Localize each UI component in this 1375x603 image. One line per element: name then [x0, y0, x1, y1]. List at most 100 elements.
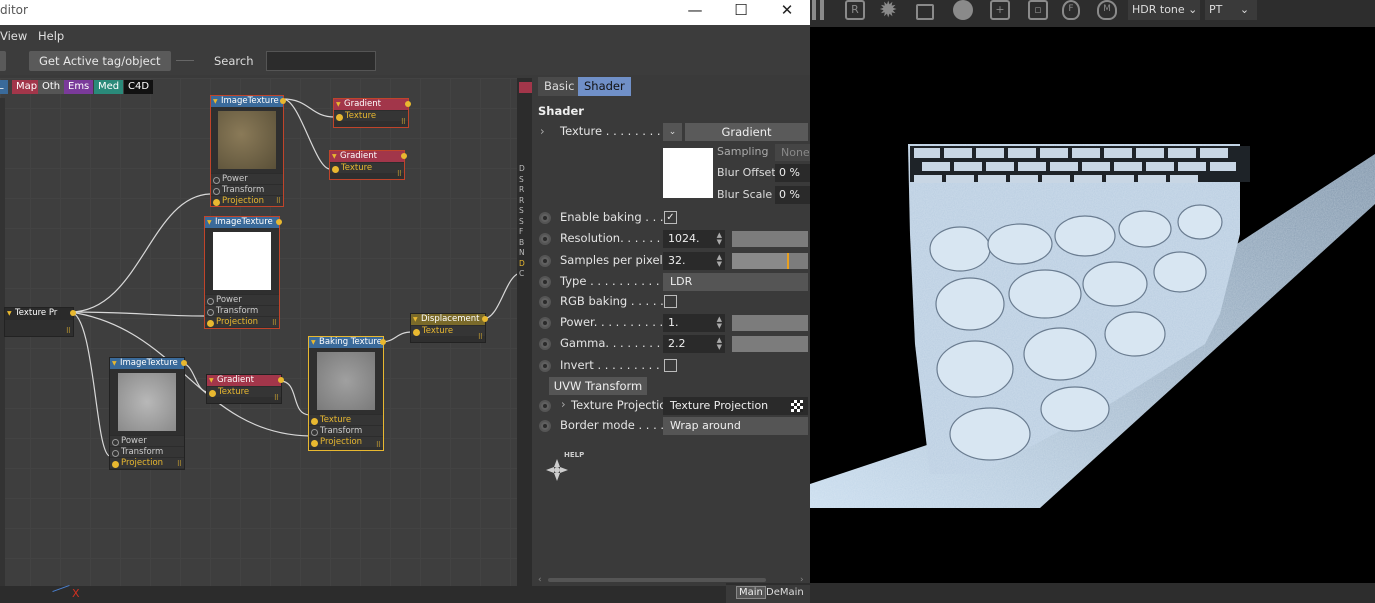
tab-basic[interactable]: Basic — [538, 77, 581, 96]
output-port[interactable] — [70, 310, 76, 316]
port-texture[interactable]: Texture — [334, 110, 408, 121]
texture-projection-link[interactable]: Texture Projection — [663, 397, 808, 415]
animate-radio-icon[interactable] — [539, 317, 551, 329]
hdr-tone-dropdown[interactable]: HDR tone ⌄ — [1128, 0, 1200, 20]
expand-chevron-icon[interactable]: › — [561, 397, 566, 411]
material-port-10[interactable]: C — [519, 269, 525, 280]
expand-chevron-icon[interactable]: › — [540, 124, 545, 138]
power-input[interactable]: 1. ▲ ▼ — [663, 314, 725, 332]
toolbar-cut-button[interactable] — [0, 51, 6, 71]
output-port[interactable] — [401, 153, 407, 159]
port-projection[interactable]: Projection — [110, 457, 184, 468]
port-transform[interactable]: Transform — [110, 446, 184, 457]
gradient-node-3[interactable]: Gradient Texture ⠿ — [206, 374, 284, 404]
octane-help-icon[interactable]: HELP — [542, 451, 584, 485]
material-port-8[interactable]: N — [519, 248, 525, 259]
region-render-icon[interactable]: R — [845, 0, 865, 20]
port-transform[interactable]: Transform — [309, 425, 383, 436]
output-port[interactable] — [181, 360, 187, 366]
gamma-input[interactable]: 2.2 ▲ ▼ — [663, 335, 725, 353]
texture-dropdown-button[interactable]: ⌄ — [663, 123, 682, 141]
output-port[interactable] — [405, 101, 411, 107]
material-port-1[interactable]: S — [519, 175, 525, 186]
uvw-transform-button[interactable]: UVW Transform — [549, 377, 647, 395]
resolution-input[interactable]: 1024. ▲ ▼ — [663, 230, 725, 248]
port-transform[interactable]: Transform — [211, 184, 283, 195]
menu-help[interactable]: Help — [38, 29, 64, 43]
menu-view[interactable]: View — [0, 29, 27, 43]
resolution-slider[interactable] — [732, 231, 808, 247]
image-texture-node-2[interactable]: ImageTexture Power Transform Projection … — [204, 216, 282, 329]
render-image[interactable] — [810, 144, 1375, 508]
texture-projection-node[interactable]: Texture Pr ⠿ — [4, 307, 76, 337]
maximize-button[interactable]: ☐ — [718, 0, 764, 22]
port-texture[interactable]: Texture — [207, 386, 281, 397]
material-port-4[interactable]: S — [519, 206, 525, 217]
material-port-3[interactable]: R — [519, 196, 525, 207]
enable-baking-checkbox[interactable]: ✓ — [664, 211, 677, 224]
samples-input[interactable]: 32. ▲ ▼ — [663, 252, 725, 270]
resize-handle-icon[interactable]: ⠿ — [272, 319, 277, 327]
output-port[interactable] — [482, 316, 488, 322]
gradient-node-1[interactable]: Gradient Texture ⠿ — [333, 98, 411, 128]
port-transform[interactable]: Transform — [205, 305, 279, 316]
material-port-9[interactable]: D — [519, 259, 525, 270]
focus-picker-icon[interactable]: ▫ — [1028, 0, 1048, 20]
blur-scale-input[interactable]: 0 % — [775, 186, 810, 204]
kernel-dropdown[interactable]: PT ⌄ — [1205, 0, 1257, 20]
port-texture[interactable]: Texture — [309, 414, 383, 425]
spinner-icon[interactable]: ▲ ▼ — [717, 316, 722, 330]
material-node-strip[interactable]: DSRRSSFBNDC — [517, 78, 532, 586]
resize-handle-icon[interactable]: ⠿ — [66, 327, 71, 335]
tab-shader[interactable]: Shader — [578, 77, 631, 96]
resize-handle-icon[interactable]: ⠿ — [376, 441, 381, 449]
filter-shield-icon[interactable]: F — [1062, 0, 1080, 20]
displacement-node[interactable]: Displacement Texture ⠿ — [410, 313, 488, 343]
horizontal-scrollbar[interactable] — [548, 578, 766, 582]
tab-demain[interactable]: DeMain — [766, 587, 804, 598]
resize-handle-icon[interactable]: ⠿ — [177, 460, 182, 468]
material-port-7[interactable]: B — [519, 238, 525, 249]
search-input[interactable] — [266, 51, 376, 71]
port-texture[interactable]: Texture — [330, 162, 404, 173]
animate-radio-icon[interactable] — [539, 338, 551, 350]
port-power[interactable]: Power — [205, 294, 279, 305]
power-slider[interactable] — [732, 315, 808, 331]
port-power[interactable]: Power — [110, 435, 184, 446]
port-projection[interactable]: Projection — [309, 436, 383, 447]
material-port-6[interactable]: F — [519, 227, 525, 238]
pause-bar-icon[interactable] — [820, 0, 824, 20]
get-active-button[interactable]: Get Active tag/object — [29, 51, 171, 71]
texture-value-button[interactable]: Gradient — [685, 123, 808, 141]
rgb-baking-checkbox[interactable] — [664, 295, 677, 308]
type-dropdown[interactable]: LDR — [663, 273, 808, 291]
image-texture-node-3[interactable]: ImageTexture Power Transform Projection … — [109, 357, 187, 470]
tab-main[interactable]: Main — [736, 586, 766, 599]
animate-radio-icon[interactable] — [539, 276, 551, 288]
output-port[interactable] — [278, 377, 284, 383]
animate-radio-icon[interactable] — [539, 212, 551, 224]
invert-checkbox[interactable] — [664, 359, 677, 372]
port-power[interactable]: Power — [211, 173, 283, 184]
image-texture-node-1[interactable]: ImageTexture Power Transform Projection … — [210, 95, 286, 207]
resize-handle-icon[interactable]: ⠿ — [401, 118, 406, 126]
animate-radio-icon[interactable] — [539, 420, 551, 432]
minimize-button[interactable]: — — [672, 0, 718, 22]
scroll-left-icon[interactable]: ‹ — [538, 575, 542, 585]
port-texture[interactable]: Texture — [411, 325, 485, 336]
output-port[interactable] — [280, 98, 286, 104]
animate-radio-icon[interactable] — [539, 255, 551, 267]
border-mode-dropdown[interactable]: Wrap around — [663, 417, 808, 435]
sampling-dropdown[interactable]: None — [775, 144, 810, 161]
spinner-icon[interactable]: ▲ ▼ — [717, 337, 722, 351]
baking-texture-node[interactable]: Baking Texture Texture Transform Project… — [308, 336, 386, 451]
samples-slider[interactable] — [732, 253, 808, 269]
animate-radio-icon[interactable] — [539, 360, 551, 372]
spinner-icon[interactable]: ▲ ▼ — [717, 232, 722, 246]
resize-handle-icon[interactable]: ⠿ — [276, 197, 281, 205]
spinner-icon[interactable]: ▲ ▼ — [717, 254, 722, 268]
add-icon[interactable]: + — [990, 0, 1010, 20]
resize-handle-icon[interactable]: ⠿ — [397, 170, 402, 178]
port-projection[interactable]: Projection — [205, 316, 279, 327]
material-ball-icon[interactable] — [953, 0, 973, 20]
